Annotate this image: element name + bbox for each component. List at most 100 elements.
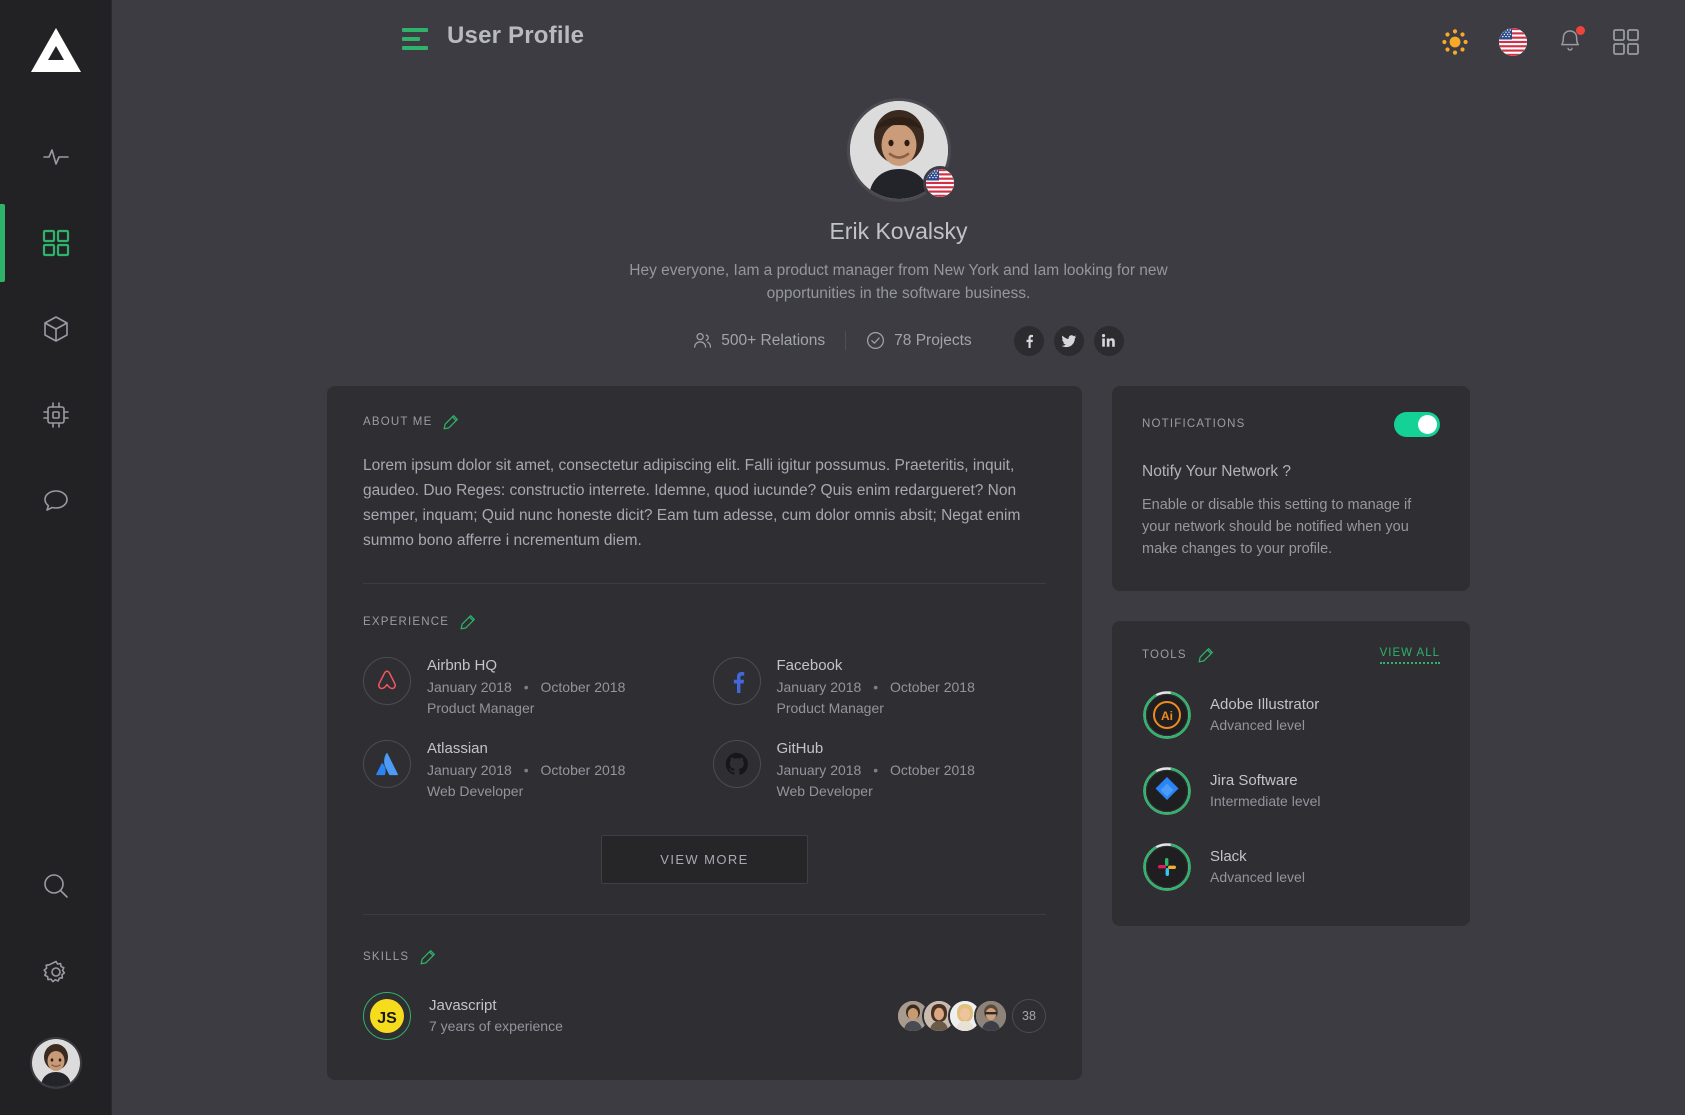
app-root: User Profile Erik Kovalsky Hey everyone,… <box>0 0 1685 1115</box>
sidebar-item-packages[interactable] <box>0 286 111 372</box>
tool-progress-ring <box>1142 842 1192 892</box>
topbar-actions <box>1441 26 1651 56</box>
stat-relations[interactable]: 500+ Relations <box>673 331 845 350</box>
tools-card: TOOLS VIEW ALL Ai Adobe Illustrator Adva… <box>1112 620 1470 926</box>
triangle-logo[interactable] <box>28 22 84 78</box>
sidebar-item-messages[interactable] <box>0 458 111 544</box>
twitter-icon[interactable] <box>1053 325 1084 356</box>
view-more-wrap: VIEW MORE <box>363 834 1046 884</box>
date-separator: • <box>873 761 879 778</box>
page-title: User Profile <box>447 22 585 49</box>
experience-dates: January 2018 • October 2018 <box>427 679 625 695</box>
notifications-question: Notify Your Network ? <box>1142 462 1292 480</box>
about-title: ABOUT ME <box>363 416 433 428</box>
bell-notification-icon[interactable] <box>1557 26 1585 56</box>
experience-start: January 2018 <box>776 761 862 778</box>
experience-item[interactable]: Airbnb HQ January 2018 • October 2018 Pr… <box>363 656 697 716</box>
grid-dashboard-icon <box>42 229 69 257</box>
chat-bubble-icon <box>43 490 68 511</box>
pencil-edit-icon[interactable] <box>1197 647 1214 664</box>
skills-title: SKILLS <box>363 951 410 964</box>
profile-details-card: ABOUT ME Lorem ipsum dolor sit amet, con… <box>327 385 1082 1080</box>
facebook-logo-icon <box>712 656 761 705</box>
sidebar-item-activity[interactable] <box>0 114 111 200</box>
slack-icon <box>1147 846 1187 887</box>
stat-projects[interactable]: 78 Projects <box>845 331 992 350</box>
sidebar <box>0 0 112 1115</box>
svg-text:Ai: Ai <box>1161 709 1173 723</box>
pencil-edit-icon[interactable] <box>419 949 436 966</box>
skill-people-count[interactable]: 38 <box>1012 998 1046 1033</box>
sidebar-nav <box>0 114 111 544</box>
experience-end: October 2018 <box>540 678 626 695</box>
profile-bio: Hey everyone, Iam a product manager from… <box>629 262 1168 303</box>
experience-body: Airbnb HQ January 2018 • October 2018 Pr… <box>427 657 625 716</box>
tool-meta: Slack Advanced level <box>1210 848 1305 885</box>
experience-body: Atlassian January 2018 • October 2018 We… <box>427 740 625 799</box>
skill-item[interactable]: JS Javascript 7 years of experience 38 <box>363 991 1046 1040</box>
stat-projects-label: 78 Projects <box>894 331 972 349</box>
about-text: Lorem ipsum dolor sit amet, consectetur … <box>363 456 1021 549</box>
experience-end: October 2018 <box>890 761 975 778</box>
experience-company: Facebook <box>776 656 843 674</box>
profile-flag-badge <box>922 166 957 200</box>
tool-name: Adobe Illustrator <box>1210 696 1320 714</box>
experience-dates: January 2018 • October 2018 <box>427 762 625 778</box>
experience-company: Atlassian <box>427 739 488 757</box>
experience-role: Web Developer <box>776 782 873 799</box>
notifications-toggle[interactable] <box>1394 411 1440 437</box>
tools-title: TOOLS <box>1142 649 1187 662</box>
hamburger-menu-icon[interactable] <box>402 28 428 55</box>
pencil-edit-icon[interactable] <box>442 414 459 431</box>
skill-name: Javascript <box>429 997 497 1015</box>
adobe-illustrator-icon: Ai <box>1147 694 1187 735</box>
social-links <box>1013 325 1124 356</box>
sun-brightness-icon[interactable] <box>1441 28 1469 56</box>
sidebar-user-avatar[interactable] <box>29 1037 82 1089</box>
tool-item[interactable]: Slack Advanced level <box>1142 842 1440 892</box>
skill-people-group: 38 <box>896 998 1046 1033</box>
tool-meta: Jira Software Intermediate level <box>1210 772 1321 809</box>
facebook-icon[interactable] <box>1013 325 1044 356</box>
jira-software-icon <box>1147 770 1187 811</box>
sidebar-item-dashboard[interactable] <box>0 200 111 286</box>
tool-item[interactable]: Ai Adobe Illustrator Advanced level <box>1142 690 1440 740</box>
profile-avatar-wrap <box>846 98 957 202</box>
sidebar-item-settings[interactable] <box>0 929 111 1015</box>
tool-meta: Adobe Illustrator Advanced level <box>1210 696 1319 733</box>
sidebar-item-hardware[interactable] <box>0 372 111 458</box>
tool-level: Advanced level <box>1210 717 1305 734</box>
notifications-card: NOTIFICATIONS Notify Your Network ? Enab… <box>1112 385 1470 591</box>
experience-item[interactable]: Atlassian January 2018 • October 2018 We… <box>363 739 697 799</box>
experience-item[interactable]: GitHub January 2018 • October 2018 Web D… <box>712 739 1047 799</box>
experience-item[interactable]: Facebook January 2018 • October 2018 Pro… <box>712 656 1047 716</box>
experience-list: Airbnb HQ January 2018 • October 2018 Pr… <box>363 656 1047 799</box>
sidebar-bottom <box>0 843 111 1115</box>
notifications-title: NOTIFICATIONS <box>1142 418 1246 430</box>
experience-end: October 2018 <box>890 678 975 695</box>
experience-role: Product Manager <box>427 699 535 716</box>
experience-body: Facebook January 2018 • October 2018 Pro… <box>777 657 975 716</box>
stat-relations-label: 500+ Relations <box>721 331 826 349</box>
profile-header: Erik Kovalsky Hey everyone, Iam a produc… <box>112 84 1685 356</box>
activity-pulse-icon <box>42 149 69 165</box>
skill-experience: 7 years of experience <box>429 1018 563 1035</box>
person-avatar-4[interactable] <box>974 998 1008 1033</box>
pencil-edit-icon[interactable] <box>459 614 476 631</box>
profile-stats: 500+ Relations 78 Projects <box>112 325 1685 356</box>
tools-view-all-link[interactable]: VIEW ALL <box>1379 647 1440 664</box>
divider <box>363 913 1046 915</box>
cpu-chip-icon <box>42 402 69 428</box>
us-flag-icon[interactable] <box>1499 28 1527 56</box>
content-area: ABOUT ME Lorem ipsum dolor sit amet, con… <box>112 356 1685 1080</box>
users-icon <box>694 333 712 348</box>
linkedin-icon[interactable] <box>1093 325 1124 356</box>
view-more-button[interactable]: VIEW MORE <box>601 834 808 884</box>
github-logo-icon <box>712 739 761 788</box>
tool-item[interactable]: Jira Software Intermediate level <box>1142 766 1440 816</box>
experience-company: Airbnb HQ <box>427 656 498 674</box>
sidebar-item-search[interactable] <box>0 843 111 929</box>
apps-grid-icon[interactable] <box>1613 29 1639 55</box>
left-column: ABOUT ME Lorem ipsum dolor sit amet, con… <box>327 385 1082 1080</box>
airbnb-logo-icon <box>363 656 411 705</box>
